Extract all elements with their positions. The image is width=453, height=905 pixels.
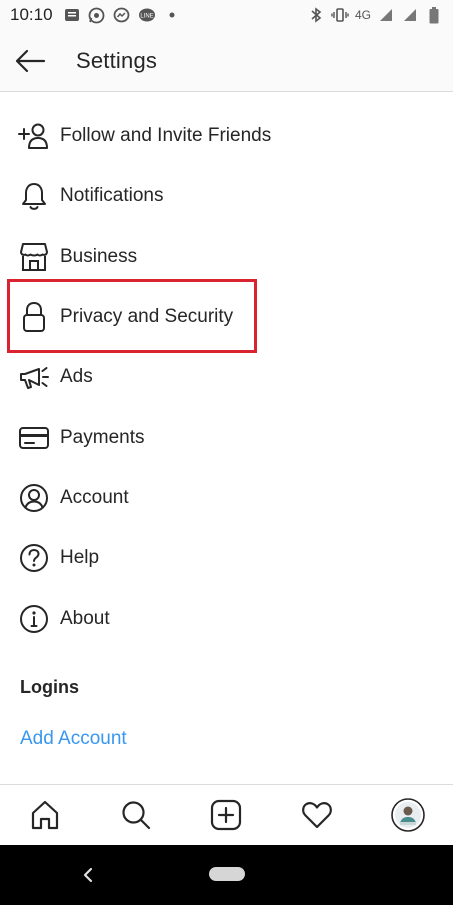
search-icon <box>122 801 150 830</box>
message-icon <box>63 6 81 24</box>
bell-icon <box>18 180 50 212</box>
menu-item-payments[interactable]: Payments <box>0 407 453 467</box>
menu-item-notifications[interactable]: Notifications <box>0 166 453 226</box>
menu-item-label: Follow and Invite Friends <box>60 125 272 147</box>
whatsapp-icon <box>88 6 106 24</box>
menu-item-label: Business <box>60 245 138 267</box>
line-app-icon: LINE <box>138 6 156 24</box>
highlight-box <box>7 279 257 353</box>
vibrate-icon <box>331 6 349 24</box>
menu-item-label: Account <box>60 486 129 508</box>
status-time: 10:10 <box>10 5 53 24</box>
menu-item-about[interactable]: About <box>0 588 453 648</box>
tab-search[interactable] <box>106 785 166 845</box>
network-type: 4G <box>354 8 371 22</box>
system-home-pill[interactable] <box>209 867 245 881</box>
bluetooth-icon <box>307 6 325 24</box>
person-circle-icon <box>18 482 50 514</box>
tab-home[interactable] <box>15 785 75 845</box>
system-navigation-bar <box>0 845 453 905</box>
storefront-icon <box>18 241 50 273</box>
signal-icon-secondary <box>401 6 419 24</box>
arrow-left-icon <box>15 49 46 72</box>
back-button[interactable] <box>0 30 60 92</box>
menu-item-label: About <box>60 607 110 629</box>
menu-item-business[interactable]: Business <box>0 227 453 287</box>
menu-item-label: Payments <box>60 426 145 448</box>
messenger-icon <box>113 6 131 24</box>
menu-item-account[interactable]: Account <box>0 468 453 528</box>
add-person-icon <box>18 120 50 152</box>
menu-item-follow-and-invite-friends[interactable]: Follow and Invite Friends <box>0 106 453 166</box>
home-icon <box>32 800 59 830</box>
menu-item-label: Ads <box>60 366 93 388</box>
menu-item-help[interactable]: Help <box>0 528 453 588</box>
svg-text:LINE: LINE <box>140 13 153 19</box>
help-circle-icon <box>18 542 50 574</box>
signal-icon <box>377 6 395 24</box>
settings-menu: Follow and Invite Friends Notifications … <box>0 106 453 649</box>
notification-icons: LINE <box>63 6 181 24</box>
page-title: Settings <box>76 47 158 73</box>
battery-icon <box>425 6 443 24</box>
logins-section-title: Logins <box>20 677 79 697</box>
bottom-tab-bar <box>0 784 453 845</box>
credit-card-icon <box>18 422 50 454</box>
tab-activity[interactable] <box>287 785 347 845</box>
menu-item-ads[interactable]: Ads <box>0 347 453 407</box>
info-circle-icon <box>18 603 50 635</box>
status-right-icons: 4G <box>307 6 443 24</box>
tab-profile[interactable] <box>378 785 438 845</box>
system-back-icon[interactable] <box>78 863 98 887</box>
header: Settings <box>0 30 453 92</box>
profile-avatar <box>390 798 425 832</box>
menu-item-label: Help <box>60 547 100 569</box>
heart-icon <box>302 802 332 829</box>
add-account-link[interactable]: Add Account <box>20 728 127 750</box>
menu-item-label: Notifications <box>60 185 164 207</box>
tab-new-post[interactable] <box>196 785 256 845</box>
more-notifications-dot <box>163 6 181 24</box>
new-post-icon <box>211 799 242 831</box>
megaphone-icon <box>18 361 50 393</box>
status-bar: 10:10 LINE 4G <box>0 0 453 30</box>
